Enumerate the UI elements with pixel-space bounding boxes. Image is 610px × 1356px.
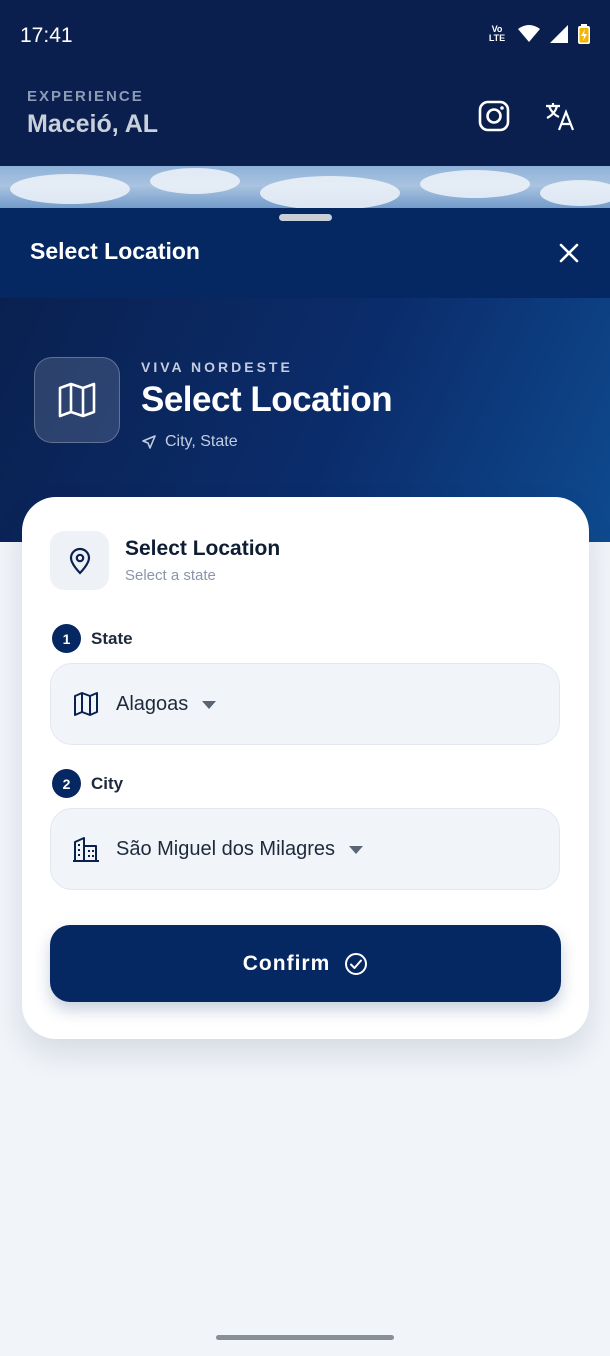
hero-subtitle: City, State	[141, 433, 238, 451]
check-circle-icon	[345, 952, 368, 975]
experience-label: EXPERIENCE	[27, 88, 144, 105]
card-icon-tile	[50, 531, 109, 590]
sheet-title: Select Location	[30, 238, 200, 264]
instagram-icon[interactable]	[477, 99, 511, 133]
location-card: Select Location Select a state 1 State A…	[22, 497, 589, 1039]
current-city[interactable]: Maceió, AL	[27, 110, 158, 139]
step-number: 1	[52, 624, 81, 653]
hero-kicker: VIVA NORDESTE	[141, 359, 293, 375]
state-value: Alagoas	[116, 692, 189, 715]
gesture-nav-bar[interactable]	[216, 1335, 394, 1340]
hero-title: Select Location	[141, 380, 393, 419]
drag-handle[interactable]	[279, 214, 332, 221]
location-pin-icon	[69, 547, 90, 575]
signal-icon	[550, 25, 568, 43]
battery-charging-icon	[578, 24, 590, 44]
translate-icon[interactable]	[543, 99, 577, 133]
step-city-header: 2 City	[52, 769, 123, 798]
background-photo	[0, 166, 610, 210]
hero-map-tile	[34, 357, 120, 443]
status-icons: Vo LTE	[486, 24, 590, 44]
close-icon[interactable]	[553, 237, 585, 269]
hero-subtitle-text: City, State	[165, 433, 238, 450]
map-icon	[74, 692, 98, 716]
step-state-header: 1 State	[52, 624, 133, 653]
map-icon	[58, 382, 96, 418]
city-dropdown[interactable]: São Miguel dos Milagres	[50, 808, 560, 890]
step-label: State	[91, 628, 133, 648]
city-value: São Miguel dos Milagres	[116, 837, 335, 860]
step-number: 2	[52, 769, 81, 798]
volte-icon: Vo LTE	[488, 24, 506, 43]
confirm-button[interactable]: Confirm	[50, 925, 561, 1002]
confirm-label: Confirm	[242, 951, 331, 975]
sheet-toolbar: Select Location	[0, 208, 610, 298]
app-header: 17:41 Vo LTE EXPERIENCE Maceió, AL	[0, 0, 610, 166]
state-dropdown[interactable]: Alagoas	[50, 663, 560, 745]
chevron-down-icon	[202, 701, 217, 709]
buildings-icon	[73, 837, 99, 862]
wifi-icon	[518, 25, 540, 42]
card-subtitle: Select a state	[125, 567, 216, 584]
card-title: Select Location	[125, 537, 281, 560]
step-label: City	[91, 773, 124, 793]
navigation-arrow-icon	[142, 435, 156, 449]
chevron-down-icon	[349, 846, 363, 854]
status-time: 17:41	[20, 24, 73, 47]
location-sheet: Select Location VIVA NORDESTE Select Loc…	[0, 208, 610, 1356]
